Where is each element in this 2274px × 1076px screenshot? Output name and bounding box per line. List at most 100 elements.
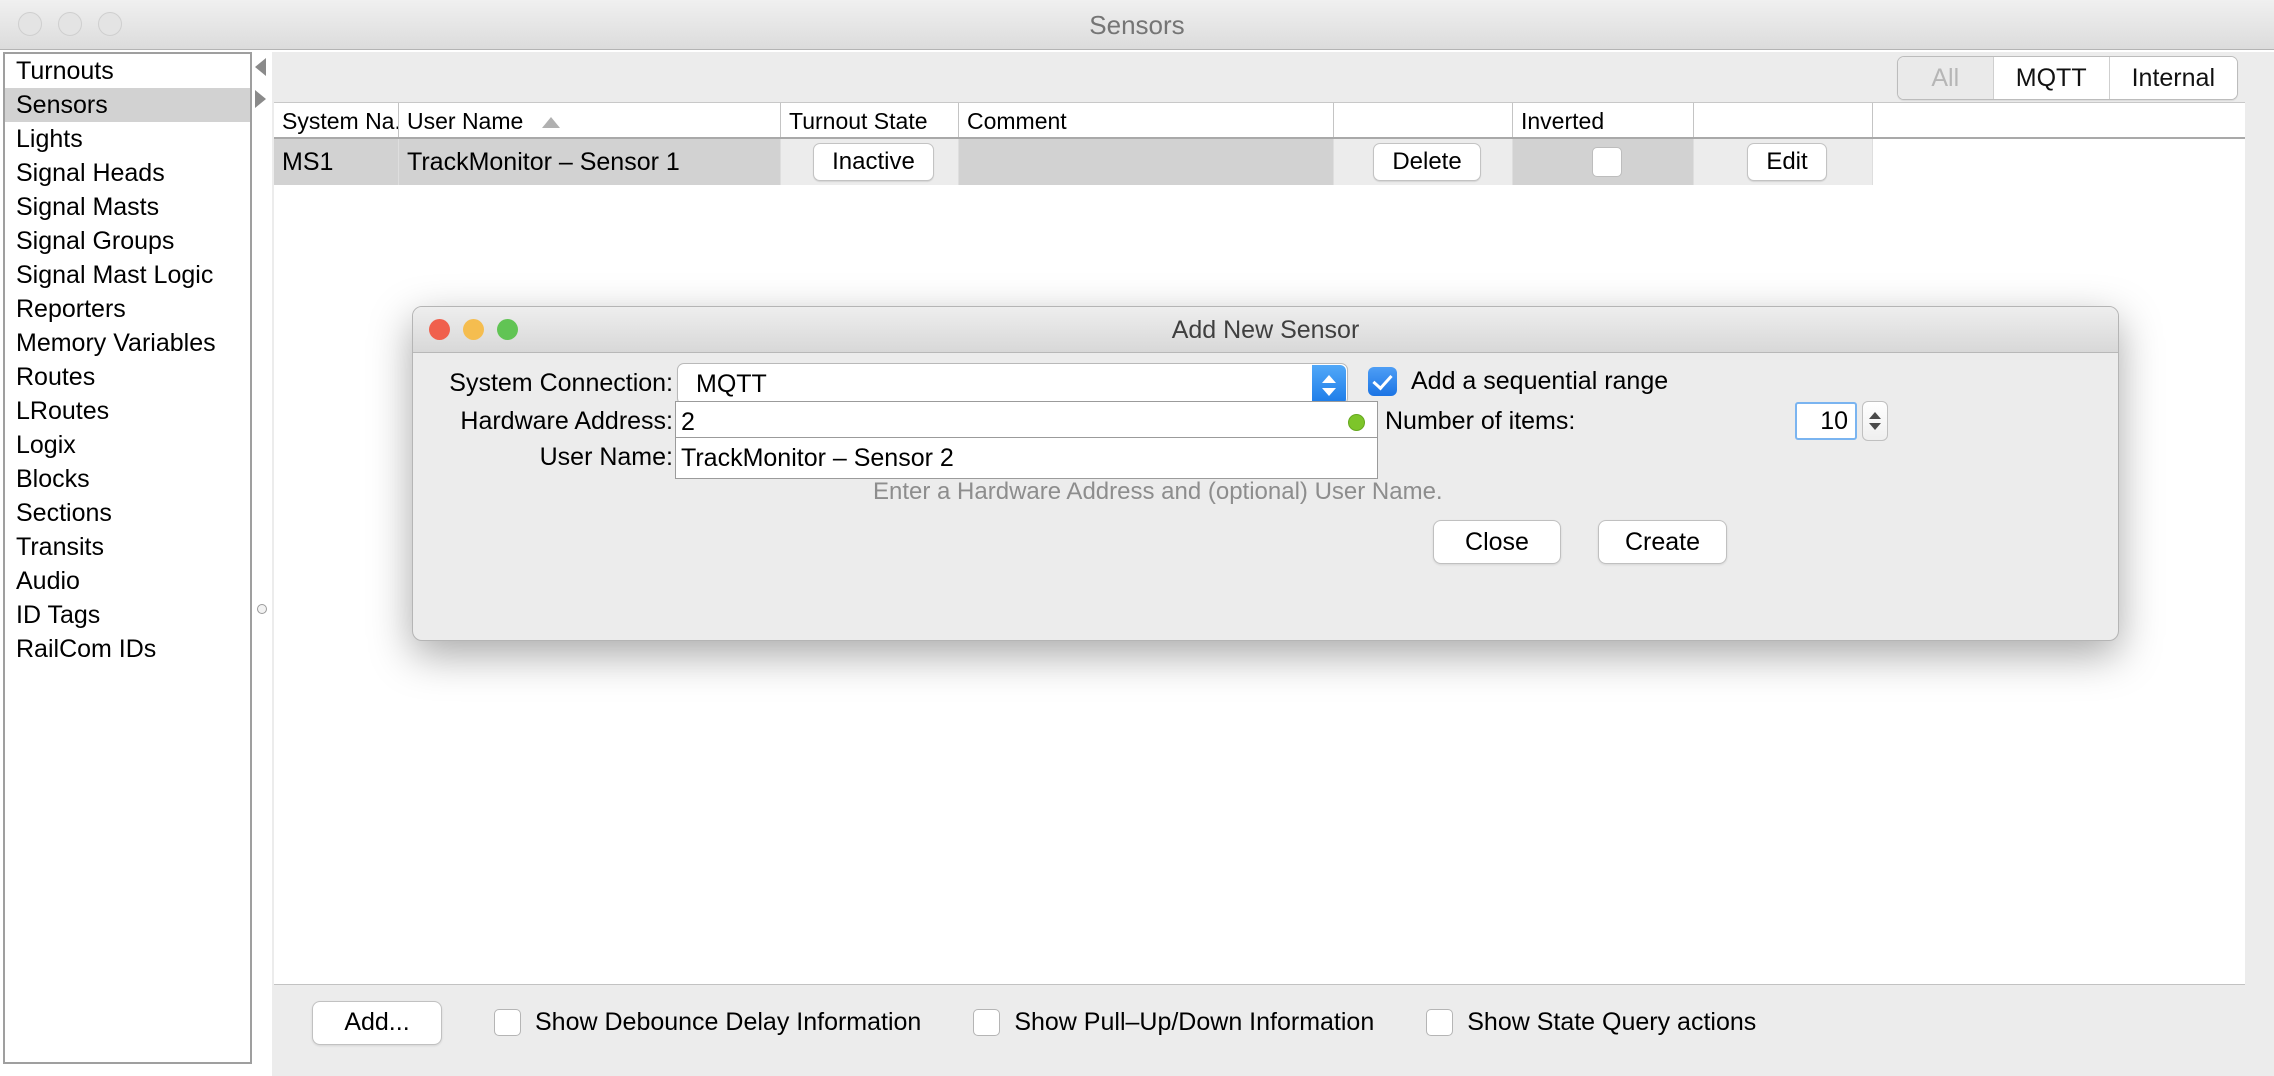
sidebar-item-signal-heads[interactable]: Signal Heads xyxy=(5,156,250,190)
expand-right-arrow-icon[interactable] xyxy=(255,90,266,108)
add-button[interactable]: Add... xyxy=(312,1000,442,1045)
sidebar-item-sections[interactable]: Sections xyxy=(5,496,250,530)
tab-label: All xyxy=(1931,64,1960,92)
sidebar-item-signal-masts[interactable]: Signal Masts xyxy=(5,190,250,224)
table-header-row: System Na... User Name Turnout State Com… xyxy=(274,103,2245,139)
number-of-items-spinner[interactable]: 10 xyxy=(1795,401,1888,441)
sidebar-item-blocks[interactable]: Blocks xyxy=(5,462,250,496)
edit-button[interactable]: Edit xyxy=(1747,143,1827,181)
cell-comment xyxy=(959,139,1334,185)
close-button[interactable]: Close xyxy=(1433,520,1561,564)
column-header-delete[interactable] xyxy=(1334,103,1513,137)
column-header-edit[interactable] xyxy=(1694,103,1873,137)
checkbox-label: Show Debounce Delay Information xyxy=(535,1008,922,1036)
collapse-left-arrow-icon[interactable] xyxy=(255,58,266,76)
user-name-label: User Name: xyxy=(539,443,673,471)
cell-system-name: MS1 xyxy=(274,139,399,185)
column-header-inverted[interactable]: Inverted xyxy=(1513,103,1694,137)
sidebar-item-signal-mast-logic[interactable]: Signal Mast Logic xyxy=(5,258,250,292)
cell-inverted xyxy=(1513,139,1694,185)
table-row[interactable]: MS1 TrackMonitor – Sensor 1 Inactive Del… xyxy=(274,139,2245,185)
sidebar-item-label: Sensors xyxy=(16,91,108,119)
add-new-sensor-dialog: Add New Sensor System Connection: MQTT A… xyxy=(412,306,2119,641)
sidebar-item-label: Signal Groups xyxy=(16,227,175,255)
inverted-checkbox[interactable] xyxy=(1592,147,1622,177)
sidebar-item-id-tags[interactable]: ID Tags xyxy=(5,598,250,632)
sidebar-item-railcom-ids[interactable]: RailCom IDs xyxy=(5,632,250,666)
sidebar-item-label: Signal Heads xyxy=(16,159,165,187)
sidebar-item-label: Routes xyxy=(16,363,96,391)
window-titlebar: Sensors xyxy=(0,0,2274,50)
column-header-user-name-label: User Name xyxy=(407,108,524,134)
bottom-toolbar: Add... Show Debounce Delay Information Sh… xyxy=(274,984,2245,1060)
sidebar-item-transits[interactable]: Transits xyxy=(5,530,250,564)
bottom-checkbox-group: Show Debounce Delay Information Show Pull… xyxy=(442,1008,1756,1037)
bottom-checkbox-0[interactable]: Show Debounce Delay Information xyxy=(494,1008,921,1037)
sidebar-item-logix[interactable]: Logix xyxy=(5,428,250,462)
bottom-checkbox-2[interactable]: Show State Query actions xyxy=(1426,1008,1756,1037)
app-root: Sensors Turnouts Sensors Lights Signal Head… xyxy=(0,0,2274,1076)
system-connection-combobox[interactable]: MQTT xyxy=(677,363,1348,405)
sidebar-item-label: LRoutes xyxy=(16,397,110,425)
sequential-range-checkbox[interactable] xyxy=(1368,367,1397,396)
sidebar-item-memory-variables[interactable]: Memory Variables xyxy=(5,326,250,360)
sidebar-item-label: Signal Masts xyxy=(16,193,160,221)
bottom-checkbox-1[interactable]: Show Pull–Up/Down Information xyxy=(973,1008,1374,1037)
checkbox-icon[interactable] xyxy=(1426,1009,1454,1036)
sidebar-item-label: Turnouts xyxy=(16,57,114,85)
sidebar-item-sensors[interactable]: Sensors xyxy=(5,88,250,122)
sidebar-item-lights[interactable]: Lights xyxy=(5,122,250,156)
dialog-hint-text: Enter a Hardware Address and (optional) … xyxy=(873,478,1443,505)
tab-mqtt[interactable]: MQTT xyxy=(1993,57,2110,99)
sidebar-item-label: Lights xyxy=(16,125,83,153)
dialog-titlebar: Add New Sensor xyxy=(413,307,2118,353)
column-header-turnout-state[interactable]: Turnout State xyxy=(781,103,959,137)
sidebar-item-label: Transits xyxy=(16,533,104,561)
sidebar-item-label: Logix xyxy=(16,431,76,459)
hardware-address-label: Hardware Address: xyxy=(460,407,673,435)
sidebar-item-label: ID Tags xyxy=(16,601,101,629)
user-name-input[interactable]: TrackMonitor – Sensor 2 xyxy=(675,437,1378,479)
turnout-state-button[interactable]: Inactive xyxy=(813,143,934,181)
splitter-handle[interactable] xyxy=(257,604,267,614)
sidebar-item-turnouts[interactable]: Turnouts xyxy=(5,54,250,88)
sidebar-item-label: Blocks xyxy=(16,465,90,493)
sequential-range-row[interactable]: Add a sequential range xyxy=(1368,367,1668,396)
sequential-range-label: Add a sequential range xyxy=(1411,367,1669,395)
tab-internal[interactable]: Internal xyxy=(2109,57,2237,99)
checkbox-label: Show State Query actions xyxy=(1467,1008,1757,1036)
tab-all: All xyxy=(1897,57,1994,99)
valid-check-icon xyxy=(1348,414,1365,431)
window-title: Sensors xyxy=(1089,10,1185,40)
column-header-system-name[interactable]: System Na... xyxy=(274,103,399,137)
column-header-comment[interactable]: Comment xyxy=(959,103,1334,137)
checkbox-icon[interactable] xyxy=(973,1009,1001,1036)
checkbox-icon[interactable] xyxy=(494,1009,521,1036)
sidebar-item-signal-groups[interactable]: Signal Groups xyxy=(5,224,250,258)
sidebar-item-routes[interactable]: Routes xyxy=(5,360,250,394)
sidebar-item-label: Signal Mast Logic xyxy=(16,261,214,289)
sidebar-item-audio[interactable]: Audio xyxy=(5,564,250,598)
connection-filter-tabs: All MQTT Internal xyxy=(1896,56,2238,100)
create-button[interactable]: Create xyxy=(1598,520,1728,564)
column-header-user-name[interactable]: User Name xyxy=(399,103,781,137)
system-connection-value: MQTT xyxy=(696,369,767,398)
delete-button[interactable]: Delete xyxy=(1373,143,1481,181)
number-of-items-value[interactable]: 10 xyxy=(1795,402,1857,440)
checkbox-label: Show Pull–Up/Down Information xyxy=(1014,1008,1375,1036)
cell-user-name: TrackMonitor – Sensor 1 xyxy=(399,139,781,185)
cell-turnout-state: Inactive xyxy=(781,139,959,185)
sidebar-item-label: Memory Variables xyxy=(16,329,216,357)
spinner-arrows-icon[interactable] xyxy=(1862,401,1888,441)
sidebar-item-reporters[interactable]: Reporters xyxy=(5,292,250,326)
number-of-items-label: Number of items: xyxy=(1385,407,1576,435)
chevron-updown-icon[interactable] xyxy=(1312,365,1346,405)
sidebar-item-label: RailCom IDs xyxy=(16,635,157,663)
sidebar-list: Turnouts Sensors Lights Signal Heads Signal … xyxy=(5,54,250,666)
sidebar: Turnouts Sensors Lights Signal Heads Signal … xyxy=(3,52,252,1064)
dialog-body: System Connection: MQTT Add a sequential… xyxy=(413,353,2118,640)
user-name-value: TrackMonitor – Sensor 2 xyxy=(681,443,954,472)
splitter-column[interactable] xyxy=(252,52,272,1064)
sidebar-item-lroutes[interactable]: LRoutes xyxy=(5,394,250,428)
cell-delete: Delete xyxy=(1334,139,1513,185)
